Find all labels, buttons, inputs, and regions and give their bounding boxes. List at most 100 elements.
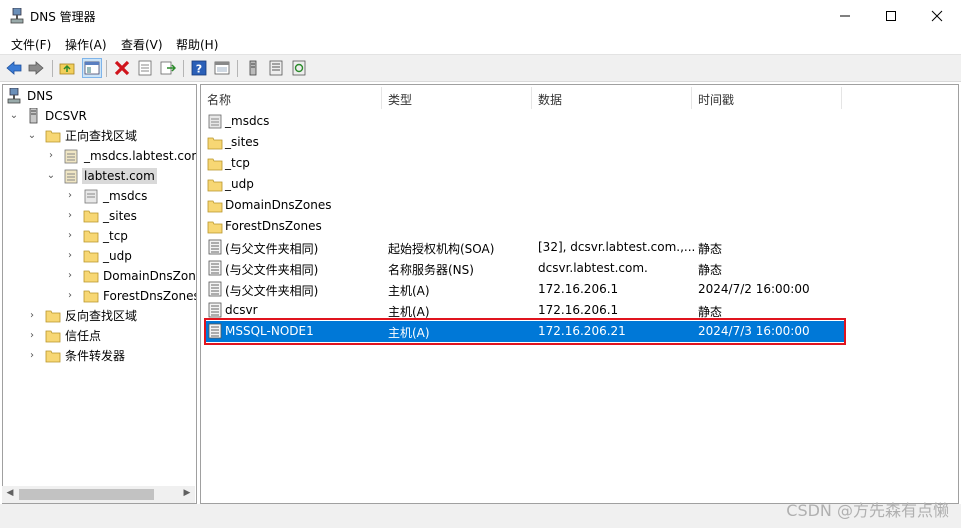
properties-icon[interactable]	[136, 59, 154, 77]
menu-file[interactable]: 文件(F)	[11, 36, 51, 53]
delete-icon[interactable]	[113, 59, 131, 77]
menu-action[interactable]: 操作(A)	[65, 36, 107, 53]
folder-icon	[207, 176, 223, 193]
tree-node-trust-points[interactable]: › 信任点	[3, 327, 193, 346]
expand-arrow-icon[interactable]: ›	[46, 150, 56, 162]
toolbar: ?	[0, 54, 961, 82]
column-header-timestamp[interactable]: 时间戳	[692, 87, 842, 109]
tree-label: DomainDnsZones	[103, 269, 196, 283]
list-row[interactable]: _tcp	[205, 153, 845, 174]
expand-arrow-icon[interactable]: ›	[65, 290, 75, 302]
tree-node-dns[interactable]: DNS	[3, 87, 193, 106]
tree-node-udp[interactable]: › _udp	[3, 247, 196, 266]
tree-node-labtest-zone[interactable]: ⌄ labtest.com	[3, 167, 196, 186]
zone-icon	[63, 148, 79, 164]
cell-timestamp: 2024/7/2 16:00:00	[698, 282, 810, 296]
scroll-right-arrow-icon[interactable]: ▶	[180, 488, 194, 498]
cell-data: 172.16.206.1	[538, 282, 619, 296]
folder-icon	[207, 155, 223, 172]
column-label: 类型	[388, 93, 413, 107]
cell-name: _udp	[225, 177, 254, 191]
details-pane: 名称 类型 数据 时间戳 _msdcs _sites _tcp _udp DomainD…	[200, 84, 959, 504]
cell-name: dcsvr	[225, 303, 258, 317]
expand-arrow-icon[interactable]: ›	[65, 270, 75, 282]
collapse-arrow-icon[interactable]: ⌄	[27, 130, 37, 142]
tree-node-msdcs-zone[interactable]: › _msdcs.labtest.com	[3, 147, 196, 166]
tree-node-server[interactable]: ⌄ DCSVR	[3, 107, 193, 126]
maximize-button[interactable]	[868, 0, 914, 32]
tree-label-reverse-zones: 反向查找区域	[65, 309, 138, 323]
folder-icon	[83, 268, 99, 284]
expand-arrow-icon[interactable]: ›	[27, 310, 37, 322]
scrollbar-thumb[interactable]	[19, 489, 154, 500]
column-header-name[interactable]: 名称	[201, 87, 382, 109]
cell-name: (与父文件夹相同)	[225, 242, 319, 256]
tree-node-sites[interactable]: › _sites	[3, 207, 196, 226]
show-hide-tree-icon[interactable]	[82, 58, 102, 78]
list-row[interactable]: (与父文件夹相同) 主机(A) 172.16.206.1 2024/7/2 16:00…	[205, 279, 845, 300]
folder-icon	[207, 218, 223, 235]
tree-horizontal-scrollbar[interactable]: ◀ ▶	[2, 486, 195, 503]
cell-name: (与父文件夹相同)	[225, 284, 319, 298]
list-icon[interactable]	[267, 59, 285, 77]
expand-arrow-icon[interactable]: ›	[65, 210, 75, 222]
dns-app-icon	[10, 8, 24, 24]
forward-icon[interactable]	[27, 59, 45, 77]
column-header-type[interactable]: 类型	[382, 87, 532, 109]
close-button[interactable]	[914, 0, 960, 32]
list-row[interactable]: (与父文件夹相同) 起始授权机构(SOA) [32], dcsvr.labtest.…	[205, 237, 845, 258]
record-icon	[207, 239, 223, 256]
list-row[interactable]: (与父文件夹相同) 名称服务器(NS) dcsvr.labtest.com. 静态	[205, 258, 845, 279]
folder-icon	[45, 328, 61, 344]
record-icon	[207, 260, 223, 277]
tree-label-conditional-forwarders: 条件转发器	[65, 349, 126, 363]
up-folder-icon[interactable]	[58, 59, 76, 77]
cell-name: _sites	[225, 135, 259, 149]
folder-icon	[207, 134, 223, 151]
help-icon[interactable]: ?	[190, 59, 208, 77]
tree-label: _sites	[103, 209, 137, 223]
list-row[interactable]: DomainDnsZones	[205, 195, 845, 216]
tree-node-domaindnszones[interactable]: › DomainDnsZones	[3, 267, 196, 286]
tree-node-reverse-zones[interactable]: › 反向查找区域	[3, 307, 193, 326]
console-tree: DNS ⌄ DCSVR ⌄ 正向查找区域 › _msdcs.labtest.co…	[2, 84, 197, 504]
list-row[interactable]: _sites	[205, 132, 845, 153]
folder-icon	[45, 308, 61, 324]
list-row[interactable]: _udp	[205, 174, 845, 195]
tree-node-forestdnszones[interactable]: › ForestDnsZones	[3, 287, 196, 306]
minimize-button[interactable]	[822, 0, 868, 32]
expand-arrow-icon[interactable]: ›	[65, 250, 75, 262]
expand-arrow-icon[interactable]: ›	[27, 350, 37, 362]
cell-data: 172.16.206.1	[538, 303, 619, 317]
list-row[interactable]: ForestDnsZones	[205, 216, 845, 237]
menu-help[interactable]: 帮助(H)	[176, 36, 218, 53]
server-icon[interactable]	[244, 59, 262, 77]
tree-label-server: DCSVR	[45, 109, 87, 123]
column-header-data[interactable]: 数据	[532, 87, 692, 109]
export-icon[interactable]	[159, 59, 177, 77]
cell-timestamp: 静态	[698, 242, 723, 256]
tree-label: _tcp	[103, 229, 128, 243]
collapse-arrow-icon[interactable]: ⌄	[46, 170, 56, 182]
cell-name: (与父文件夹相同)	[225, 263, 319, 277]
tree-node-conditional-forwarders[interactable]: › 条件转发器	[3, 347, 193, 366]
tree-label-forward-zones: 正向查找区域	[65, 129, 138, 143]
tree-node-msdcs[interactable]: › _msdcs	[3, 187, 196, 206]
tree-node-tcp[interactable]: › _tcp	[3, 227, 196, 246]
back-icon[interactable]	[5, 59, 23, 77]
view-icon[interactable]	[213, 59, 231, 77]
title-bar: DNS 管理器	[0, 0, 961, 32]
list-row[interactable]: _msdcs	[205, 111, 845, 132]
expand-arrow-icon[interactable]: ›	[27, 330, 37, 342]
folder-icon	[83, 288, 99, 304]
expand-arrow-icon[interactable]: ›	[65, 230, 75, 242]
svg-text:?: ?	[196, 63, 202, 76]
expand-arrow-icon[interactable]: ›	[65, 190, 75, 202]
tree-node-forward-zones[interactable]: ⌄ 正向查找区域	[3, 127, 193, 146]
cell-data: dcsvr.labtest.com.	[538, 261, 648, 275]
zone-icon	[63, 168, 79, 184]
menu-view[interactable]: 查看(V)	[121, 36, 163, 53]
refresh-icon[interactable]	[290, 59, 308, 77]
scroll-left-arrow-icon[interactable]: ◀	[3, 488, 17, 498]
collapse-arrow-icon[interactable]: ⌄	[9, 110, 19, 122]
